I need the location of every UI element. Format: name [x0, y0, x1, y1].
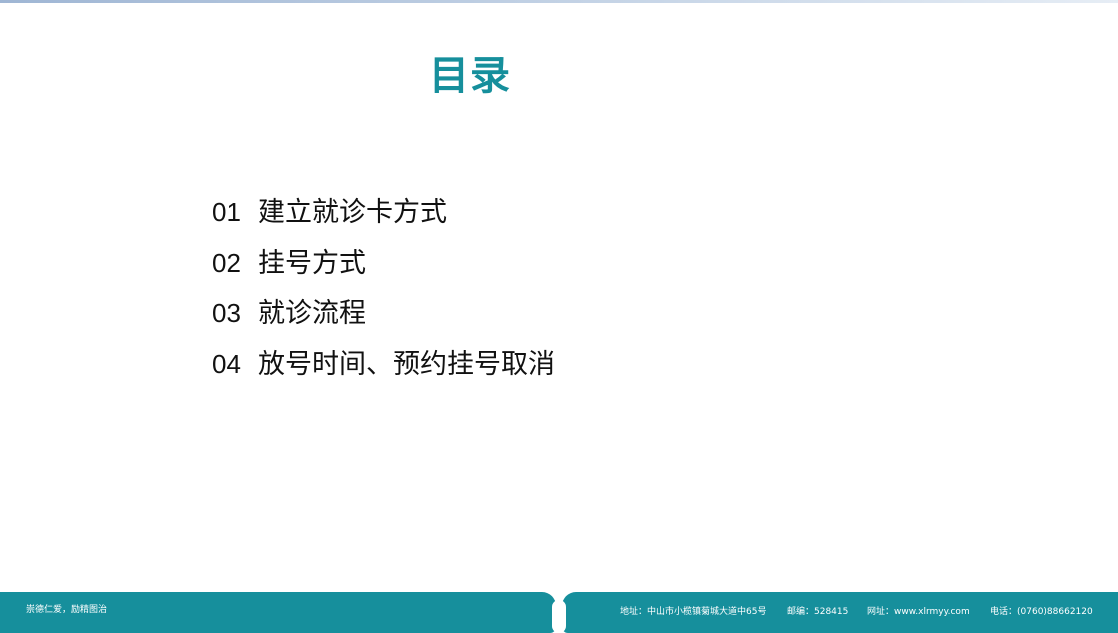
toc-label: 建立就诊卡方式 — [258, 197, 447, 228]
toc-label: 放号时间、预约挂号取消 — [258, 348, 555, 380]
footer-website: 网址：www.xlrmyy.com — [867, 607, 970, 617]
footer-address: 地址：中山市小榄镇菊城大道中65号 — [620, 607, 767, 617]
toc-item-02: 02 挂号方式 — [212, 241, 555, 292]
toc-item-01: 01 建立就诊卡方式 — [212, 190, 555, 241]
toc-number: 01 — [212, 197, 241, 227]
toc-label: 就诊流程 — [258, 298, 366, 329]
footer-bar: 崇德仁爱，励精图治 地址：中山市小榄镇菊城大道中65号 邮编：528415 网址… — [0, 592, 1118, 633]
toc-item-03: 03 就诊流程 — [212, 291, 555, 342]
footer-zip: 邮编：528415 — [787, 607, 849, 617]
toc-label: 挂号方式 — [258, 247, 366, 279]
page-title: 目录 — [429, 53, 511, 99]
footer-phone: 电话：(0760)88662120 — [990, 607, 1093, 617]
footer-right-edge — [562, 627, 1118, 633]
toc-number: 03 — [212, 298, 241, 328]
footer-left-edge — [0, 627, 556, 633]
toc-number: 02 — [212, 247, 241, 278]
top-rule — [0, 0, 1118, 3]
toc-number: 04 — [212, 348, 241, 379]
toc-item-04: 04 放号时间、预约挂号取消 — [212, 342, 555, 393]
footer-slogan: 崇德仁爱，励精图治 — [26, 605, 108, 615]
footer-divider — [552, 600, 566, 633]
table-of-contents: 01 建立就诊卡方式 02 挂号方式 03 就诊流程 04 放号时间、预约挂号取消 — [212, 190, 555, 392]
